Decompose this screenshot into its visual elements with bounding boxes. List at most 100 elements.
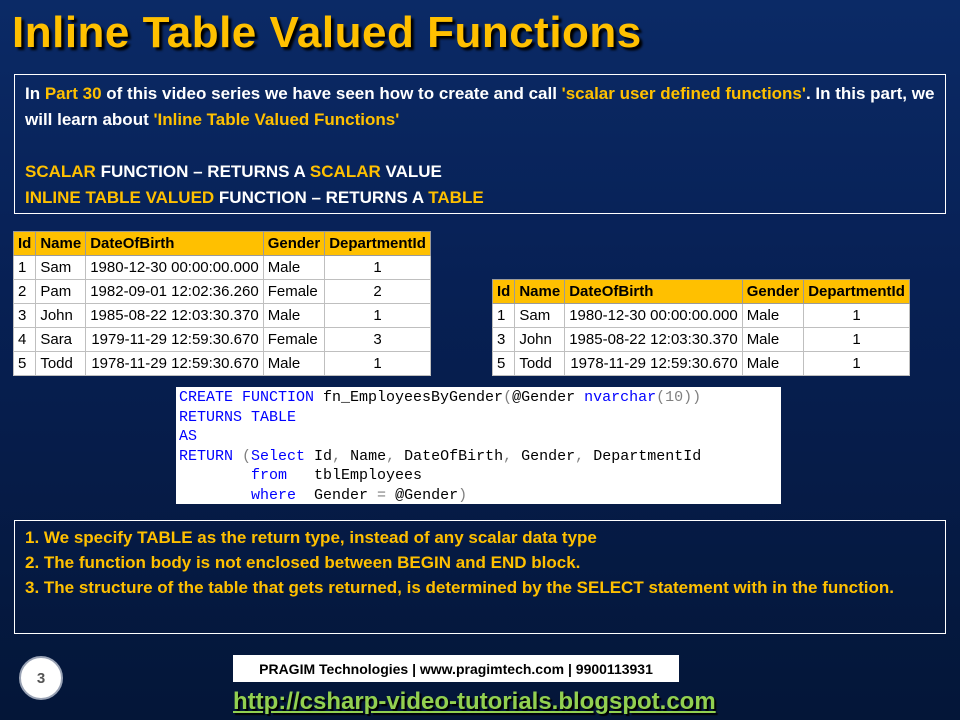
intro-text: In bbox=[25, 84, 45, 103]
cell-id: 5 bbox=[12, 351, 37, 376]
cell-dob: 1980-12-30 00:00:00.000 bbox=[564, 303, 743, 328]
code-punct: , bbox=[575, 447, 585, 465]
footer-link[interactable]: http://csharp-video-tutorials.blogspot.c… bbox=[233, 688, 716, 716]
cell-department: 1 bbox=[324, 351, 431, 376]
cell-department: 1 bbox=[803, 351, 910, 376]
code-punct: (10)) bbox=[656, 389, 702, 406]
table-keyword: TABLE bbox=[428, 188, 484, 207]
cell-name: Pam bbox=[35, 279, 87, 304]
note-item: 3. The structure of the table that gets … bbox=[25, 578, 894, 597]
cell-department: 1 bbox=[803, 327, 910, 352]
cell-name: Todd bbox=[35, 351, 87, 376]
code-punct: ( bbox=[233, 447, 252, 465]
code-keyword: RETURNS TABLE bbox=[179, 408, 297, 426]
cell-id: 2 bbox=[12, 279, 37, 304]
cell-dob: 1985-08-22 12:03:30.370 bbox=[564, 327, 743, 352]
code-text: tblEmployees bbox=[287, 467, 423, 484]
cell-dob: 1978-11-29 12:59:30.670 bbox=[85, 351, 264, 376]
cell-id: 3 bbox=[12, 303, 37, 328]
scalar-keyword: SCALAR bbox=[309, 162, 381, 181]
cell-department: 2 bbox=[324, 279, 431, 304]
intro-inline-ref: 'Inline Table Valued Functions' bbox=[153, 110, 400, 129]
code-keyword: Select bbox=[251, 447, 306, 465]
code-text: Id bbox=[305, 447, 333, 465]
code-keyword: nvarchar bbox=[584, 389, 657, 406]
code-text: @Gender bbox=[386, 486, 459, 504]
cell-name: Sam bbox=[35, 255, 87, 280]
cell-name: Todd bbox=[514, 351, 566, 376]
col-name: Name bbox=[35, 231, 87, 256]
col-department: DepartmentId bbox=[803, 279, 910, 304]
table-row: 1 Sam 1980-12-30 00:00:00.000 Male 1 bbox=[12, 255, 431, 280]
table-header-row: Id Name DateOfBirth Gender DepartmentId bbox=[12, 231, 431, 256]
notes-box: 1. We specify TABLE as the return type, … bbox=[14, 520, 946, 634]
table-row: 2 Pam 1982-09-01 12:02:36.260 Female 2 bbox=[12, 279, 431, 304]
cell-id: 4 bbox=[12, 327, 37, 352]
table-row: 3 John 1985-08-22 12:03:30.370 Male 1 bbox=[12, 303, 431, 328]
cell-name: John bbox=[35, 303, 87, 328]
sql-code-block: CREATE FUNCTION fn_EmployeesByGender(@Ge… bbox=[176, 387, 781, 504]
code-punct: , bbox=[332, 447, 342, 465]
cell-dob: 1979-11-29 12:59:30.670 bbox=[85, 327, 264, 352]
cell-gender: Male bbox=[741, 351, 805, 376]
cell-id: 1 bbox=[491, 303, 516, 328]
cell-id: 3 bbox=[491, 327, 516, 352]
code-line: AS bbox=[179, 427, 778, 447]
cell-gender: Male bbox=[262, 255, 326, 280]
cell-dob: 1982-09-01 12:02:36.260 bbox=[85, 279, 264, 304]
intro-text: of this video series we have seen how to… bbox=[101, 84, 562, 103]
code-text: DepartmentId bbox=[584, 447, 702, 465]
cell-department: 1 bbox=[803, 303, 910, 328]
code-keyword: where bbox=[251, 486, 297, 504]
cell-gender: Female bbox=[262, 327, 326, 352]
table-header-row: Id Name DateOfBirth Gender DepartmentId bbox=[491, 279, 910, 304]
cell-department: 1 bbox=[324, 303, 431, 328]
male-employees-table: Id Name DateOfBirth Gender DepartmentId … bbox=[491, 279, 910, 376]
employees-table: Id Name DateOfBirth Gender DepartmentId … bbox=[12, 231, 431, 376]
col-dob: DateOfBirth bbox=[85, 231, 264, 256]
cell-dob: 1985-08-22 12:03:30.370 bbox=[85, 303, 264, 328]
col-department: DepartmentId bbox=[324, 231, 431, 256]
inline-text: FUNCTION – RETURNS A bbox=[214, 188, 429, 207]
code-punct: ( bbox=[503, 389, 513, 406]
note-item: 2. The function body is not enclosed bet… bbox=[25, 553, 581, 572]
table-row: 3 John 1985-08-22 12:03:30.370 Male 1 bbox=[491, 327, 910, 352]
scalar-function-line: SCALAR FUNCTION – RETURNS A SCALAR VALUE bbox=[25, 159, 935, 185]
table-row: 4 Sara 1979-11-29 12:59:30.670 Female 3 bbox=[12, 327, 431, 352]
code-keyword: AS bbox=[179, 428, 198, 445]
intro-scalar-ref: 'scalar user defined functions' bbox=[561, 84, 806, 103]
table-row: 1 Sam 1980-12-30 00:00:00.000 Male 1 bbox=[491, 303, 910, 328]
cell-department: 3 bbox=[324, 327, 431, 352]
intro-part-ref: Part 30 bbox=[44, 84, 102, 103]
code-keyword: from bbox=[251, 467, 288, 484]
code-text: Gender bbox=[512, 447, 576, 465]
cell-department: 1 bbox=[324, 255, 431, 280]
col-dob: DateOfBirth bbox=[564, 279, 743, 304]
cell-gender: Male bbox=[741, 327, 805, 352]
cell-gender: Male bbox=[262, 303, 326, 328]
col-id: Id bbox=[491, 279, 516, 304]
code-text: DateOfBirth bbox=[395, 447, 504, 465]
cell-gender: Male bbox=[262, 351, 326, 376]
col-gender: Gender bbox=[741, 279, 805, 304]
code-line: RETURNS TABLE bbox=[179, 408, 778, 428]
note-item: 1. We specify TABLE as the return type, … bbox=[25, 528, 597, 547]
table-row: 5 Todd 1978-11-29 12:59:30.670 Male 1 bbox=[12, 351, 431, 376]
code-keyword: RETURN bbox=[179, 447, 234, 465]
code-text: @Gender bbox=[512, 389, 585, 406]
code-line: where Gender = @Gender) bbox=[179, 486, 778, 506]
cell-name: Sara bbox=[35, 327, 87, 352]
code-text: Gender bbox=[296, 486, 378, 504]
footer-brand: PRAGIM Technologies | www.pragimtech.com… bbox=[233, 655, 679, 682]
code-line: RETURN (Select Id, Name, DateOfBirth, Ge… bbox=[179, 447, 778, 467]
slide-title: Inline Table Valued Functions bbox=[12, 8, 642, 57]
code-punct: = bbox=[377, 486, 387, 504]
code-line: from tblEmployees bbox=[179, 466, 778, 486]
code-keyword: CREATE FUNCTION bbox=[179, 389, 315, 406]
scalar-keyword: SCALAR bbox=[25, 162, 96, 181]
scalar-text: VALUE bbox=[380, 162, 442, 181]
col-gender: Gender bbox=[262, 231, 326, 256]
cell-name: Sam bbox=[514, 303, 566, 328]
code-text: Name bbox=[341, 447, 387, 465]
code-punct: , bbox=[386, 447, 396, 465]
